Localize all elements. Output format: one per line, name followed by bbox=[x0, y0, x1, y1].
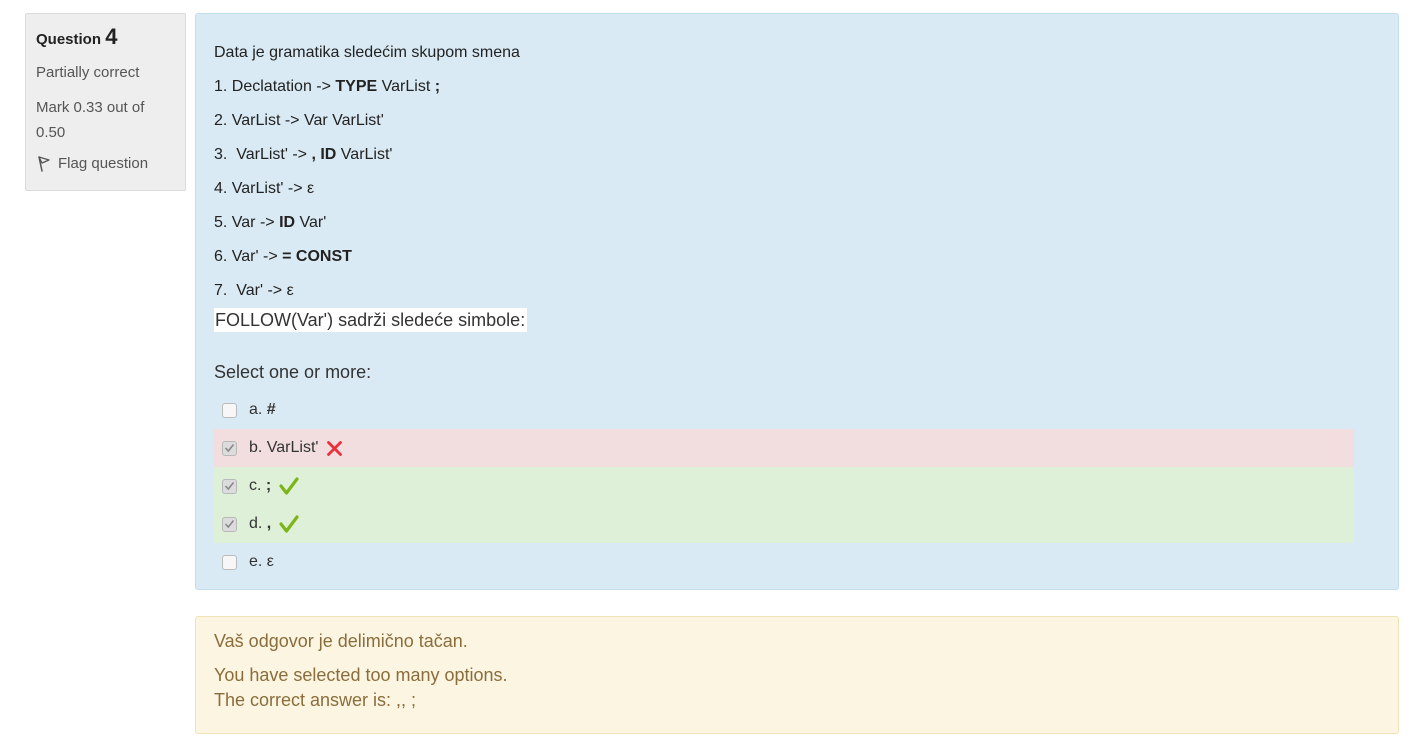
grammar-rule-6: 6. Var' -> = CONST bbox=[214, 248, 352, 265]
grammar-rule-4: 4. VarList' -> ε bbox=[214, 180, 315, 197]
option-letter: d. bbox=[249, 515, 267, 532]
option-letter: c. bbox=[249, 477, 266, 494]
flag-icon bbox=[38, 156, 50, 172]
general-feedback: You have selected too many options. The … bbox=[214, 663, 1380, 713]
question-info-panel: Question 4 Partially correct Mark 0.33 o… bbox=[25, 13, 186, 191]
checkbox-checked[interactable] bbox=[222, 440, 237, 456]
correct-answer-text: The correct answer is: ,, ; bbox=[214, 690, 417, 710]
grammar-rule-7: 7. Var' -> ε bbox=[214, 282, 294, 299]
flag-question-label: Flag question bbox=[58, 155, 149, 172]
checkbox[interactable] bbox=[222, 554, 237, 570]
question-grade: Mark 0.33 out of 0.50 bbox=[36, 99, 145, 141]
answer-option-e[interactable]: e. ε bbox=[214, 543, 1354, 581]
grammar-rule-5: 5. Var -> ID Var' bbox=[214, 214, 327, 231]
question-number-value: 4 bbox=[105, 24, 118, 49]
specific-feedback: Vaš odgovor je delimično tačan. bbox=[214, 631, 468, 651]
checkbox-checked[interactable] bbox=[222, 478, 237, 494]
option-text: VarList' bbox=[266, 439, 319, 456]
grammar-rule-1: 1. Declatation -> TYPE VarList ; bbox=[214, 78, 441, 95]
correct-check-icon bbox=[279, 476, 299, 496]
checkbox[interactable] bbox=[222, 402, 237, 418]
option-text: ; bbox=[265, 477, 272, 494]
question-state: Partially correct bbox=[36, 64, 140, 81]
follow-question: FOLLOW(Var') sadrži sledeće simbole: bbox=[214, 308, 528, 332]
flag-question-link[interactable]: Flag question bbox=[36, 155, 175, 172]
answer-option-c[interactable]: c. ; bbox=[214, 467, 1354, 505]
answer-list: a. # b. VarList' c. ; d. , e. ε bbox=[214, 391, 1354, 581]
question-number: Question 4 bbox=[36, 24, 175, 50]
answer-option-a[interactable]: a. # bbox=[214, 391, 1354, 429]
question-text: Data je gramatika sledećim skupom smena … bbox=[214, 36, 1354, 332]
checkbox-checked[interactable] bbox=[222, 516, 237, 532]
grammar-rule-3: 3. VarList' -> , ID VarList' bbox=[214, 146, 393, 163]
option-letter: e. bbox=[249, 553, 267, 570]
question-content: Data je gramatika sledećim skupom smena … bbox=[195, 13, 1399, 590]
grammar-intro: Data je gramatika sledećim skupom smena bbox=[214, 44, 520, 61]
incorrect-cross-icon bbox=[326, 440, 343, 457]
option-letter: a. bbox=[249, 401, 267, 418]
option-letter: b. bbox=[249, 439, 267, 456]
grammar-rule-2: 2. VarList -> Var VarList' bbox=[214, 112, 384, 129]
answer-option-d[interactable]: d. , bbox=[214, 505, 1354, 543]
feedback-panel: Vaš odgovor je delimično tačan. You have… bbox=[195, 616, 1399, 734]
feedback-too-many: You have selected too many options. bbox=[214, 665, 508, 685]
question-label: Question bbox=[36, 31, 102, 48]
answer-option-b[interactable]: b. VarList' bbox=[214, 429, 1354, 467]
correct-check-icon bbox=[279, 514, 299, 534]
option-text: , bbox=[266, 515, 272, 532]
option-text: ε bbox=[266, 553, 274, 570]
answer-prompt: Select one or more: bbox=[214, 362, 372, 382]
option-text: # bbox=[266, 401, 276, 418]
